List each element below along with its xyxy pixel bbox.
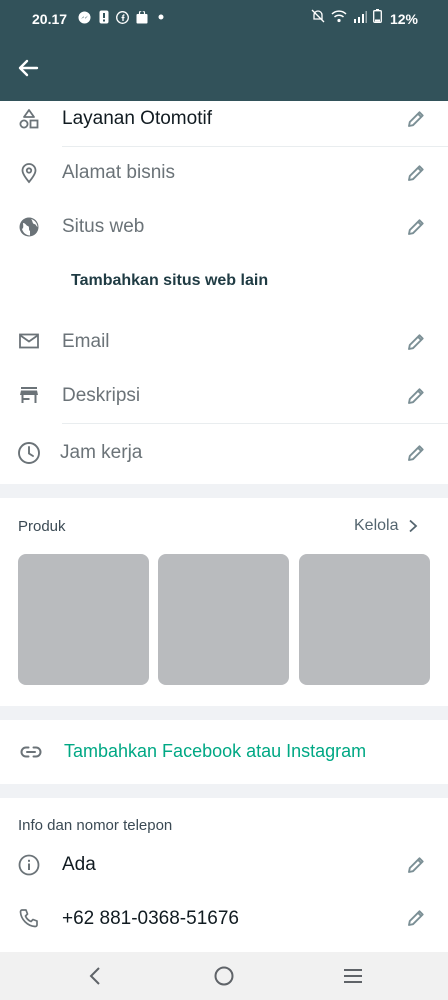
phone-value: +62 881-0368-51676 xyxy=(62,908,239,929)
pencil-icon xyxy=(408,910,424,926)
pencil-icon xyxy=(408,388,424,404)
arrow-left-icon xyxy=(18,59,39,77)
edit-website-button[interactable] xyxy=(404,215,428,239)
about-value: Ada xyxy=(62,854,96,875)
globe-icon xyxy=(17,215,41,239)
app-header: 20.17 12% xyxy=(0,0,448,101)
chevron-right-icon xyxy=(409,519,418,533)
edit-hours-button[interactable] xyxy=(404,441,428,465)
alert-icon xyxy=(97,10,110,24)
back-button[interactable] xyxy=(14,54,42,82)
mail-icon xyxy=(17,329,41,353)
manage-products-button[interactable]: Kelola xyxy=(354,517,418,535)
category-shapes-icon xyxy=(17,107,41,131)
status-time: 20.17 xyxy=(32,11,68,27)
category-row[interactable]: Layanan Otomotif xyxy=(0,92,448,146)
manage-label: Kelola xyxy=(354,517,399,534)
address-label: Alamat bisnis xyxy=(62,162,175,183)
product-tile[interactable] xyxy=(299,554,430,685)
product-tile[interactable] xyxy=(158,554,289,685)
signal-icon xyxy=(353,10,367,28)
mute-icon xyxy=(311,9,325,28)
shopping-bag-icon xyxy=(135,10,148,24)
pencil-icon xyxy=(408,857,424,873)
edit-about-button[interactable] xyxy=(404,853,428,877)
messenger-icon xyxy=(78,10,91,24)
pencil-icon xyxy=(408,111,424,127)
pencil-icon xyxy=(408,334,424,350)
edit-description-button[interactable] xyxy=(404,384,428,408)
category-label: Layanan Otomotif xyxy=(62,108,212,129)
add-website-link[interactable]: Tambahkan situs web lain xyxy=(71,272,268,290)
hours-row[interactable]: Jam kerja xyxy=(0,424,448,478)
section-gap xyxy=(0,706,448,720)
info-icon xyxy=(17,853,41,877)
section-gap xyxy=(0,484,448,498)
pencil-icon xyxy=(408,219,424,235)
facebook-icon xyxy=(116,10,129,24)
link-icon xyxy=(19,740,43,764)
nav-back-icon xyxy=(89,967,100,985)
storefront-icon xyxy=(17,383,41,407)
location-pin-icon xyxy=(17,161,41,185)
description-label: Deskripsi xyxy=(62,385,141,406)
system-status: 12% xyxy=(311,9,418,28)
wifi-icon xyxy=(331,9,347,28)
edit-category-button[interactable] xyxy=(404,107,428,131)
status-bar: 20.17 12% xyxy=(0,0,448,36)
address-row[interactable]: Alamat bisnis xyxy=(0,146,448,200)
phone-row[interactable]: +62 881-0368-51676 xyxy=(0,892,448,946)
edit-phone-button[interactable] xyxy=(404,906,428,930)
section-gap xyxy=(0,784,448,798)
about-row[interactable]: Ada xyxy=(0,838,448,892)
notification-icons xyxy=(78,10,167,24)
email-row[interactable]: Email xyxy=(0,314,448,368)
info-phone-title: Info dan nomor telepon xyxy=(18,817,173,834)
nav-menu-icon xyxy=(344,969,362,983)
clock-icon xyxy=(17,441,41,465)
nav-back-button[interactable] xyxy=(83,964,107,988)
dot-icon xyxy=(154,10,167,24)
nav-home-icon xyxy=(214,966,234,986)
website-row[interactable]: Situs web xyxy=(0,200,448,254)
website-label: Situs web xyxy=(62,216,145,237)
nav-recents-button[interactable] xyxy=(341,964,365,988)
battery-percent: 12% xyxy=(389,10,418,27)
description-row[interactable]: Deskripsi xyxy=(0,368,448,422)
edit-email-button[interactable] xyxy=(404,330,428,354)
add-facebook-instagram-link[interactable]: Tambahkan Facebook atau Instagram xyxy=(64,741,366,762)
pencil-icon xyxy=(408,165,424,181)
pencil-icon xyxy=(408,445,424,461)
hours-label: Jam kerja xyxy=(60,442,143,463)
nav-home-button[interactable] xyxy=(212,964,236,988)
edit-address-button[interactable] xyxy=(404,161,428,185)
phone-icon xyxy=(17,906,41,930)
email-label: Email xyxy=(62,331,110,352)
product-tile[interactable] xyxy=(18,554,149,685)
products-title: Produk xyxy=(18,518,66,535)
battery-icon xyxy=(373,9,382,28)
system-nav-bar xyxy=(0,952,448,1000)
